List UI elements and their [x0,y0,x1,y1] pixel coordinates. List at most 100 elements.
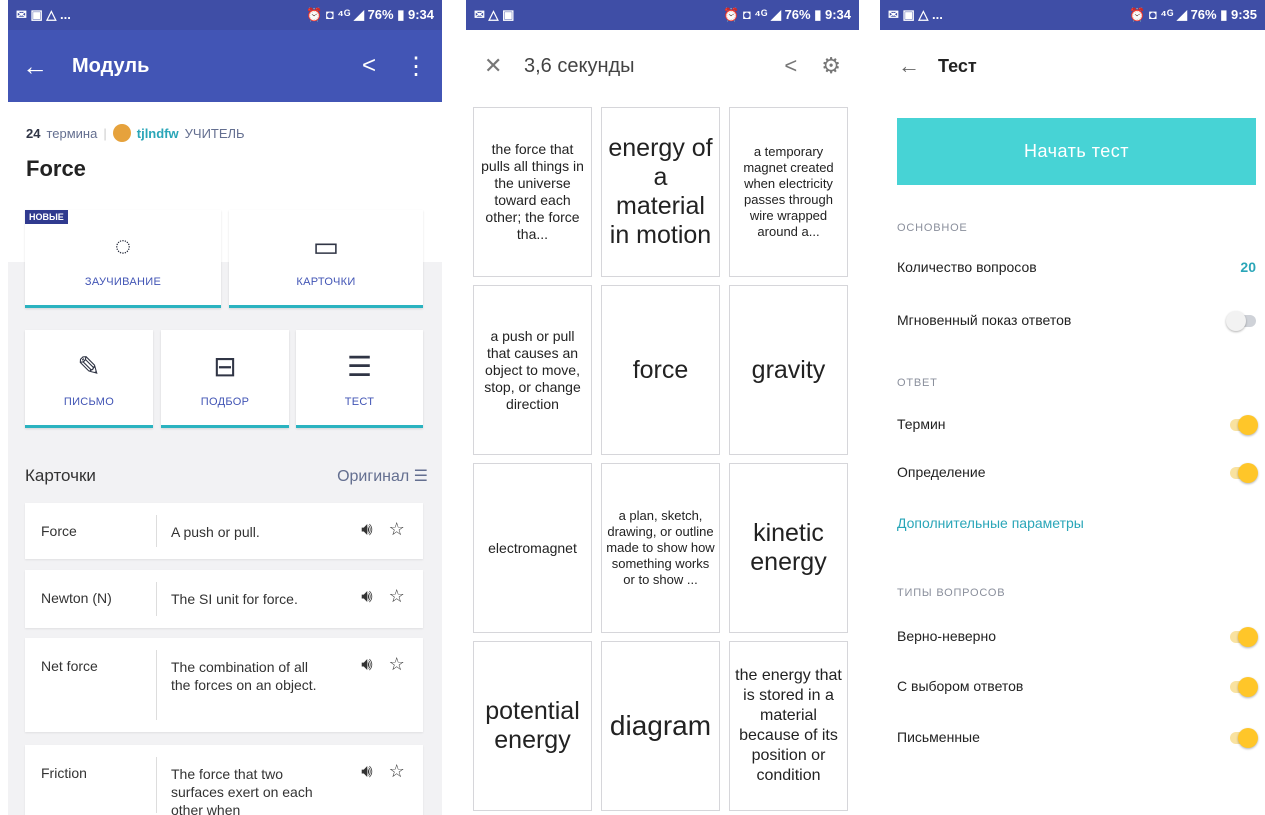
section-answer: ОТВЕТ [897,377,938,389]
match-tile[interactable]: energy of a material in motion [601,107,720,277]
term-row[interactable]: Термин [897,412,1258,436]
status-left: ✉ ▣ △ ... [16,7,71,22]
true-false-toggle[interactable] [1226,625,1258,647]
term-toggle[interactable] [1226,413,1258,435]
match-tile[interactable]: electromagnet [473,463,592,633]
audio-icon[interactable]: 🔊︎ [361,761,372,815]
set-title: Force [26,156,86,181]
card-definition: A push or pull. [171,524,260,540]
question-count-value[interactable]: 20 [1240,259,1256,275]
mode-learn[interactable]: НОВЫЕ ◌ ЗАУЧИВАНИЕ [25,210,221,308]
match-tile[interactable]: gravity [729,285,848,455]
flashcards-icon: ▭ [312,231,340,262]
instant-answers-toggle[interactable] [1226,309,1256,331]
set-meta: 24 термина | tjlndfw УЧИТЕЛЬ [26,124,245,142]
status-bar: ✉ ▣ △ ... ⏰ ◘ ⁴ᴳ ◢ 76% ▮ 9:35 [880,0,1265,30]
match-tile[interactable]: a push or pull that causes an object to … [473,285,592,455]
mode-label: ПОДБОР [200,396,250,408]
page-title: Модуль [72,54,150,77]
mode-test[interactable]: ☰ ТЕСТ [296,330,423,428]
mode-match[interactable]: ⊟ ПОДБОР [161,330,289,428]
definition-toggle[interactable] [1226,461,1258,483]
mode-write[interactable]: ✎ ПИСЬМО [25,330,153,428]
term-label: Термин [897,416,946,432]
sort-label: Оригинал [337,468,410,485]
definition-label: Определение [897,464,986,480]
terms-label: термина [46,125,98,141]
start-test-button[interactable]: Начать тест [897,118,1256,185]
share-icon[interactable]: < [362,52,376,80]
page-title: Тест [938,55,977,76]
true-false-label: Верно-неверно [897,628,996,644]
card-row[interactable]: Friction The force that two surfaces exe… [25,745,423,815]
cards-heading: Карточки [25,466,96,485]
card-term: Force [25,515,157,547]
star-icon[interactable]: ☆ [389,519,405,559]
cards-header: Карточки Оригинал ☰ [25,466,428,486]
card-term: Net force [25,650,157,720]
multiple-choice-label: С выбором ответов [897,678,1024,694]
mode-flashcards[interactable]: ▭ КАРТОЧКИ [229,210,423,308]
card-term: Newton (N) [25,582,157,616]
match-icon: ⊟ [213,351,237,382]
instant-answers-row[interactable]: Мгновенный показ ответов [897,308,1256,332]
mode-label: ЗАУЧИВАНИЕ [84,276,162,288]
section-basic: ОСНОВНОЕ [897,222,968,234]
match-tile[interactable]: the force that pulls all things in the u… [473,107,592,277]
instant-answers-label: Мгновенный показ ответов [897,312,1072,328]
star-icon[interactable]: ☆ [389,586,405,628]
match-screen: ✉ △ ▣ ⏰ ◘ ⁴ᴳ ◢ 76% ▮ 9:34 ✕ 3,6 секунды … [466,0,859,815]
match-tile[interactable]: force [601,285,720,455]
status-bar: ✉ △ ▣ ⏰ ◘ ⁴ᴳ ◢ 76% ▮ 9:34 [466,0,859,30]
card-term: Friction [25,757,157,813]
match-tile[interactable]: potential energy [473,641,592,811]
multiple-choice-row[interactable]: С выбором ответов [897,674,1258,698]
star-icon[interactable]: ☆ [389,654,405,732]
avatar[interactable] [112,124,131,142]
match-tile[interactable]: a temporary magnet created when electric… [729,107,848,277]
status-right: ⏰ ◘ ⁴ᴳ ◢ 76% ▮ 9:35 [1129,7,1257,22]
written-row[interactable]: Письменные [897,725,1258,749]
test-settings-screen: ✉ ▣ △ ... ⏰ ◘ ⁴ᴳ ◢ 76% ▮ 9:35 ← Тест Нач… [880,0,1265,815]
close-icon[interactable]: ✕ [484,53,524,79]
status-left: ✉ △ ▣ [474,7,515,22]
match-tile[interactable]: a plan, sketch, drawing, or outline made… [601,463,720,633]
match-tile[interactable]: kinetic energy [729,463,848,633]
test-icon: ☰ [346,351,373,382]
definition-row[interactable]: Определение [897,460,1258,484]
section-question-types: ТИПЫ ВОПРОСОВ [897,587,1006,599]
settings-icon[interactable]: ⚙ [821,53,841,79]
true-false-row[interactable]: Верно-неверно [897,624,1258,648]
more-vert-icon[interactable]: ⋮ [404,52,428,81]
module-screen: ✉ ▣ △ ... ⏰ ◘ ⁴ᴳ ◢ 76% ▮ 9:34 ← Модуль <… [8,0,442,815]
write-icon: ✎ [77,351,101,382]
timer: 3,6 секунды [524,54,635,77]
back-arrow-icon[interactable]: ← [22,51,62,82]
match-tile[interactable]: diagram [601,641,720,811]
question-count-row[interactable]: Количество вопросов 20 [897,255,1256,279]
status-right: ⏰ ◘ ⁴ᴳ ◢ 76% ▮ 9:34 [306,7,434,22]
written-toggle[interactable] [1226,726,1258,748]
sort-icon: ☰ [413,468,428,485]
mode-label: ПИСЬМО [63,396,115,408]
multiple-choice-toggle[interactable] [1226,675,1258,697]
back-arrow-icon[interactable]: ← [898,53,938,79]
learn-icon: ◌ [114,230,132,261]
audio-icon[interactable]: 🔊︎ [361,654,372,732]
mode-label: КАРТОЧКИ [296,276,356,288]
advanced-options-link[interactable]: Дополнительные параметры [897,515,1084,531]
audio-icon[interactable]: 🔊︎ [361,519,372,559]
audio-icon[interactable]: 🔊︎ [361,586,372,628]
star-icon[interactable]: ☆ [389,761,405,815]
sort-button[interactable]: Оригинал ☰ [337,466,428,486]
card-row[interactable]: Newton (N) The SI unit for force. 🔊︎ ☆ [25,570,423,628]
written-label: Письменные [897,729,980,745]
status-left: ✉ ▣ △ ... [888,7,943,22]
card-row[interactable]: Force A push or pull. 🔊︎ ☆ [25,503,423,559]
match-tile[interactable]: the energy that is stored in a material … [729,641,848,811]
username-link[interactable]: tjlndfw [137,126,179,141]
status-right: ⏰ ◘ ⁴ᴳ ◢ 76% ▮ 9:34 [723,7,851,22]
share-icon[interactable]: < [784,53,797,79]
card-row[interactable]: Net force The combination of all the for… [25,638,423,732]
user-role: УЧИТЕЛЬ [184,125,245,141]
